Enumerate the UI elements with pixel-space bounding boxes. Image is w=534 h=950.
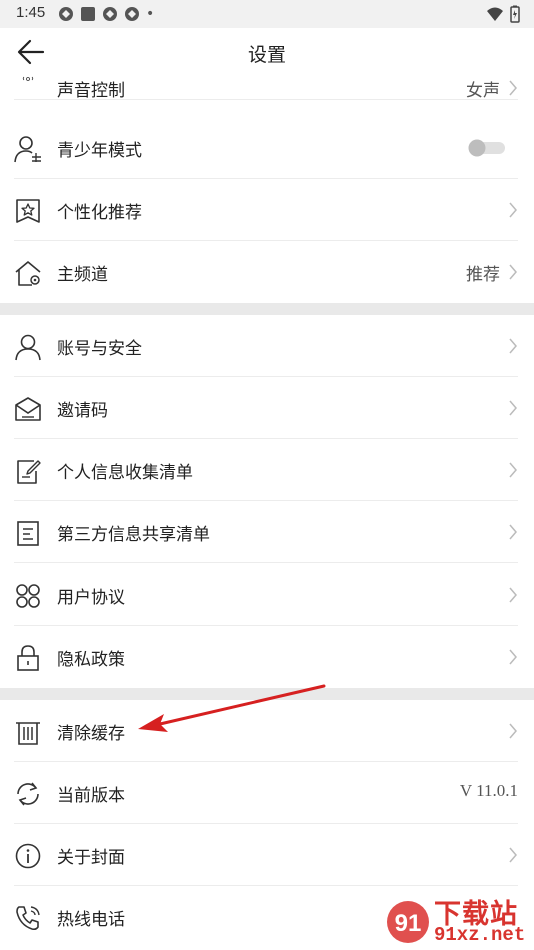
user-icon (15, 334, 41, 361)
settings-item-value: 推荐 (466, 265, 500, 285)
chevron-right-icon (509, 847, 517, 863)
settings-item-clear-cache[interactable]: 清除缓存 (0, 700, 534, 762)
settings-item-about-cover[interactable]: 关于封面 (0, 824, 534, 886)
settings-item-current-version[interactable]: 当前版本 V 11.0.1 (0, 762, 534, 824)
notification-square-icon (81, 7, 95, 21)
settings-item-teen-mode[interactable]: 青少年模式 (0, 117, 534, 179)
chevron-right-icon (509, 202, 517, 218)
settings-item-personalized-recommend[interactable]: 个性化推荐 (0, 179, 534, 241)
chevron-right-icon (509, 462, 517, 478)
watermark-logo: 91 下载站 91xz.net (386, 894, 532, 950)
settings-item-label: 主频道 (57, 265, 108, 285)
chevron-right-icon (509, 587, 517, 603)
lock-icon (17, 645, 39, 671)
settings-item-label: 清除缓存 (57, 724, 125, 744)
settings-item-label: 热线电话 (57, 910, 125, 930)
trash-icon (16, 722, 40, 745)
settings-item-label: 个性化推荐 (57, 203, 142, 223)
clover-icon (16, 584, 40, 608)
settings-item-label: 隐私政策 (57, 650, 125, 670)
settings-item-label: 声音控制 (57, 81, 125, 101)
chevron-right-icon (509, 264, 517, 280)
envelope-icon (15, 397, 41, 421)
home-gear-icon (15, 261, 41, 286)
notification-dot: • (146, 6, 155, 22)
settings-item-label: 第三方信息共享清单 (57, 525, 210, 545)
settings-item-label: 青少年模式 (57, 141, 142, 161)
section-separator (0, 688, 534, 700)
chevron-right-icon (509, 524, 517, 540)
settings-item-voice-control[interactable]: 声音控制 女声 (0, 56, 534, 101)
teen-icon (14, 136, 41, 163)
section-separator (0, 303, 534, 315)
settings-item-label: 用户协议 (57, 588, 125, 608)
settings-item-privacy-policy[interactable]: 隐私政策 (0, 626, 534, 688)
refresh-icon (17, 782, 39, 806)
watermark-url: 91xz.net (434, 924, 526, 946)
status-system-icons (486, 5, 520, 23)
notification-app-icon (103, 7, 117, 21)
voice-icon (22, 76, 34, 81)
info-icon (15, 843, 41, 869)
chevron-right-icon (509, 649, 517, 665)
settings-item-user-agreement[interactable]: 用户协议 (0, 564, 534, 626)
settings-item-label: 关于封面 (57, 848, 125, 868)
settings-item-label: 邀请码 (57, 401, 108, 421)
settings-item-account-security[interactable]: 账号与安全 (0, 315, 534, 377)
settings-item-value: 女声 (466, 81, 500, 101)
settings-item-third-party-list[interactable]: 第三方信息共享清单 (0, 501, 534, 563)
chevron-right-icon (509, 338, 517, 354)
phone-icon (16, 906, 40, 931)
row-divider (14, 99, 518, 100)
settings-item-label: 个人信息收集清单 (57, 463, 193, 483)
settings-item-invite-code[interactable]: 邀请码 (0, 377, 534, 439)
battery-icon (510, 5, 520, 23)
status-notification-icons: • (58, 5, 154, 23)
chevron-right-icon (509, 80, 517, 96)
version-value: V 11.0.1 (459, 781, 518, 800)
settings-item-label: 当前版本 (57, 786, 125, 806)
document-edit-icon (17, 460, 41, 484)
settings-item-personal-info-list[interactable]: 个人信息收集清单 (0, 439, 534, 501)
svg-text:91: 91 (395, 910, 422, 937)
teen-mode-toggle[interactable] (468, 139, 506, 157)
settings-item-main-channel[interactable]: 主频道 推荐 (0, 241, 534, 303)
star-badge-icon (16, 199, 40, 223)
settings-item-label: 账号与安全 (57, 339, 142, 359)
list-document-icon (17, 521, 39, 546)
chevron-right-icon (509, 400, 517, 416)
notification-app-icon (125, 7, 139, 21)
notification-app-icon (59, 7, 73, 21)
status-bar: 1:45 • (0, 0, 534, 28)
watermark-91-icon: 91 (387, 901, 429, 943)
wifi-icon (487, 7, 503, 21)
chevron-right-icon (509, 723, 517, 739)
row-divider (14, 562, 518, 563)
status-time: 1:45 (16, 4, 46, 21)
